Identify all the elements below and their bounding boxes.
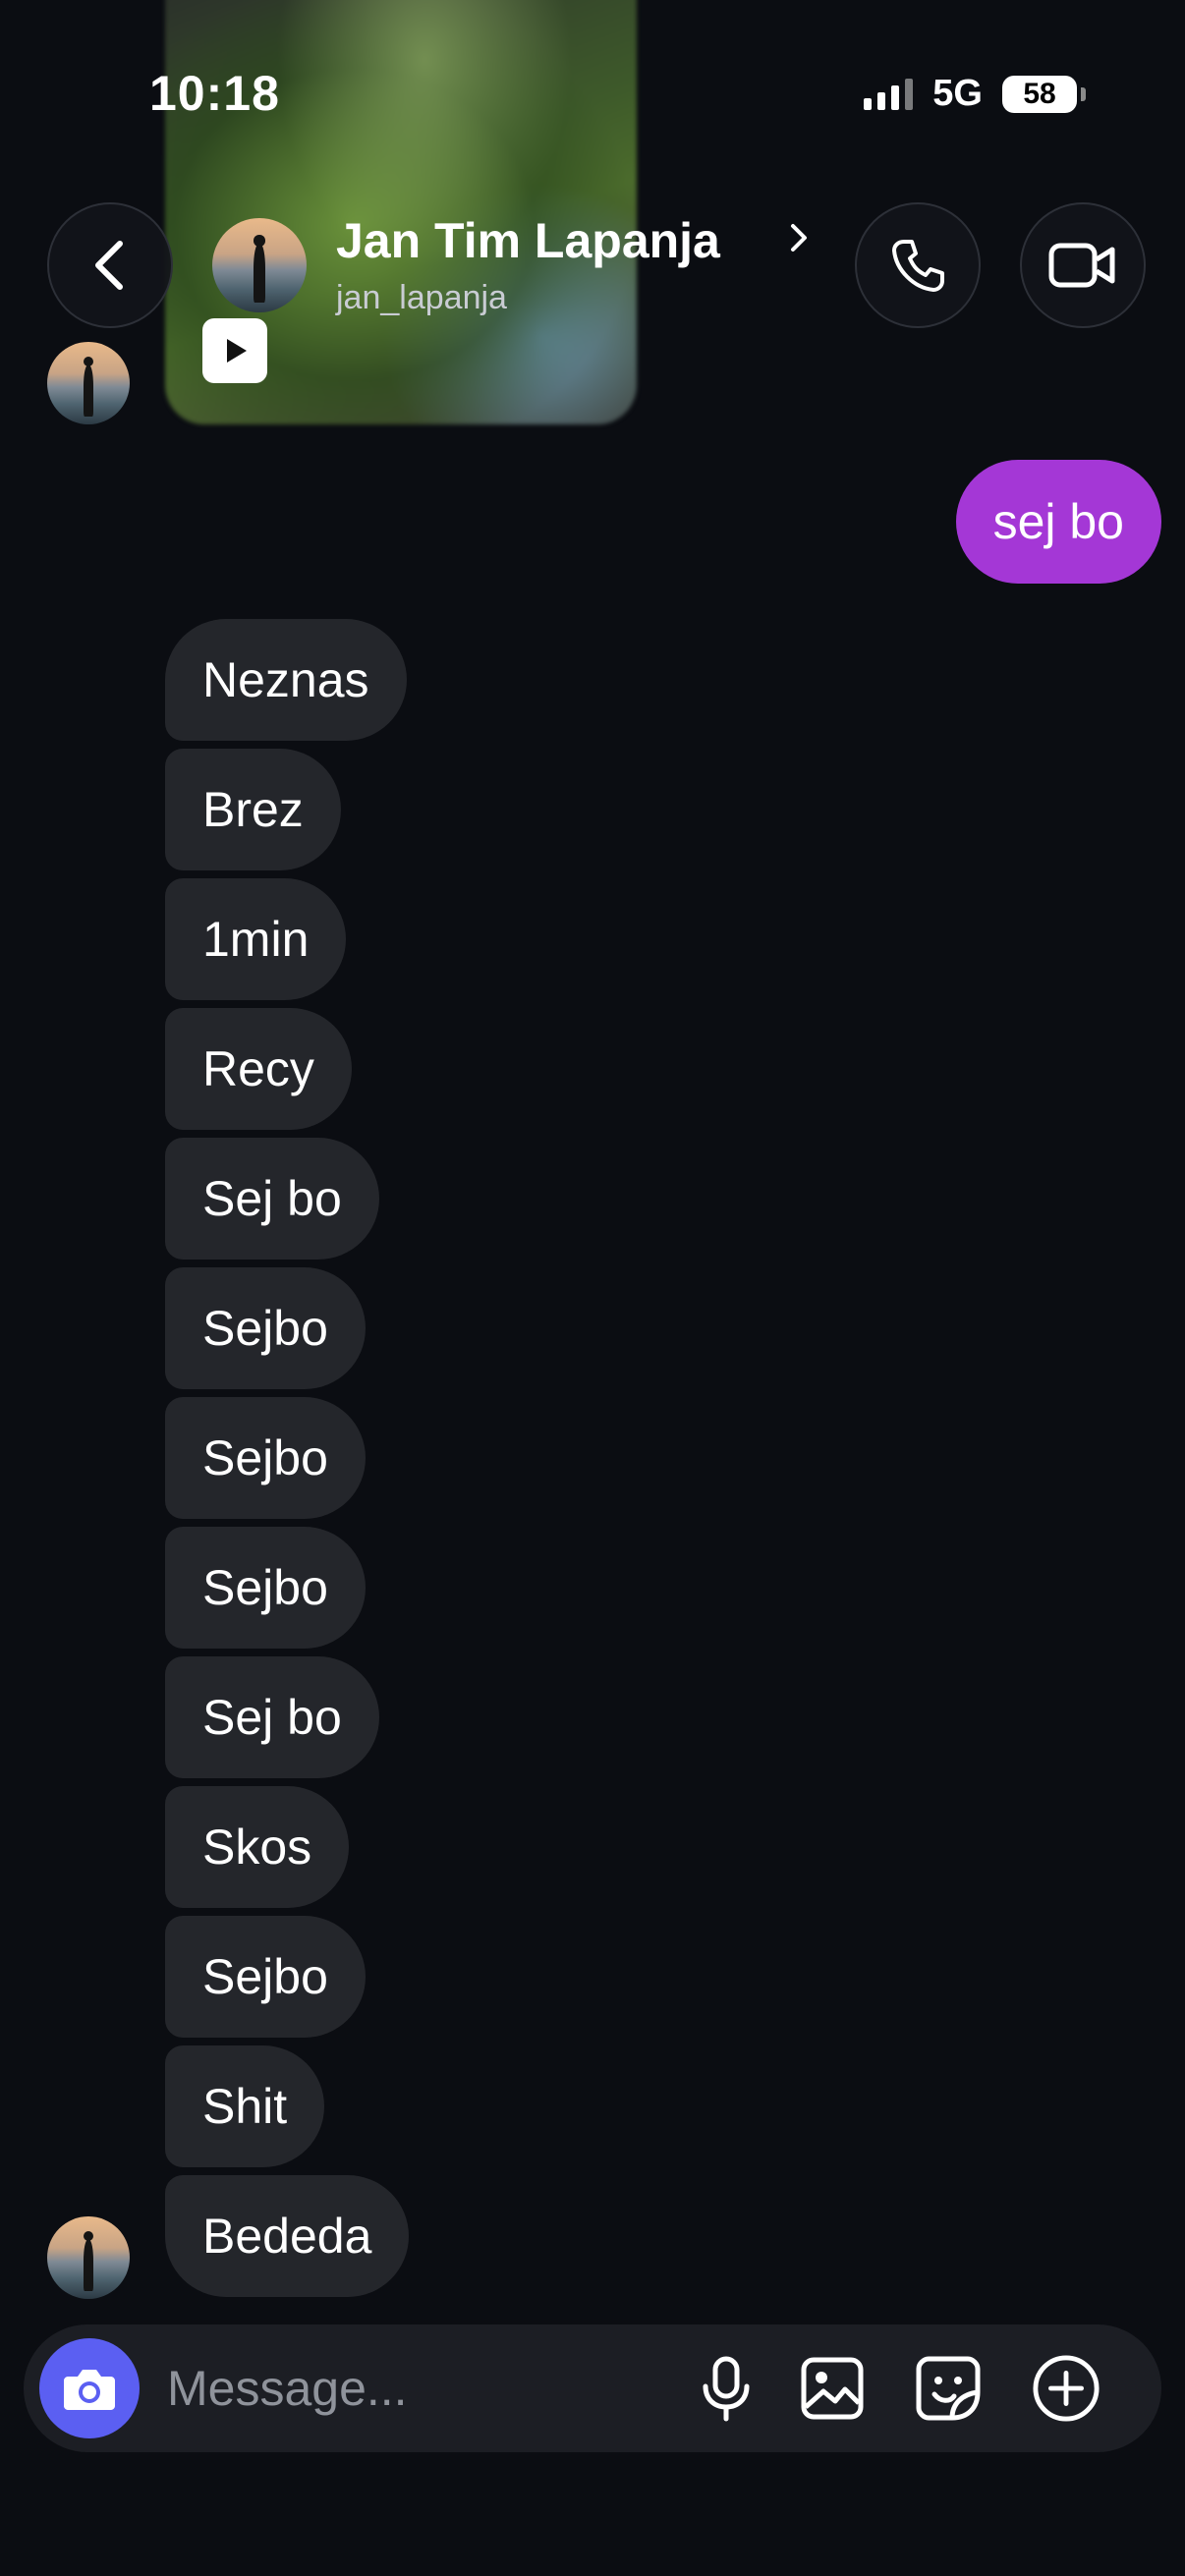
audio-call-button[interactable]: [855, 202, 981, 328]
chevron-left-icon: [95, 241, 123, 290]
play-icon[interactable]: [202, 318, 267, 383]
chevron-right-icon[interactable]: [786, 218, 812, 262]
outgoing-message[interactable]: sej bo: [955, 460, 1161, 584]
sticker-icon[interactable]: [914, 2354, 983, 2423]
incoming-message[interactable]: 1min: [165, 878, 347, 1000]
camera-button[interactable]: [39, 2338, 140, 2438]
incoming-message[interactable]: Brez: [165, 749, 341, 870]
incoming-message[interactable]: Shit: [165, 2045, 325, 2167]
message-composer: [24, 2324, 1161, 2452]
incoming-message[interactable]: Neznas: [165, 619, 407, 741]
microphone-icon[interactable]: [692, 2354, 761, 2423]
contact-avatar-small[interactable]: [47, 2216, 130, 2299]
incoming-message[interactable]: Skos: [165, 1786, 350, 1908]
network-label: 5G: [932, 73, 983, 114]
battery-level: 58: [1023, 77, 1056, 110]
back-button[interactable]: [47, 202, 173, 328]
signal-icon: [864, 78, 914, 110]
incoming-message[interactable]: Sej bo: [165, 1656, 379, 1778]
status-time: 10:18: [149, 66, 280, 121]
plus-circle-icon[interactable]: [1032, 2354, 1100, 2423]
contact-avatar[interactable]: [212, 218, 307, 312]
camera-icon: [64, 2370, 115, 2410]
incoming-message[interactable]: Sejbo: [165, 1397, 366, 1519]
contact-avatar-small[interactable]: [47, 342, 130, 424]
incoming-message[interactable]: Sejbo: [165, 1527, 366, 1649]
incoming-message[interactable]: Sej bo: [165, 1138, 379, 1260]
contact-handle: jan_lapanja: [336, 279, 507, 316]
video-call-button[interactable]: [1020, 202, 1146, 328]
incoming-message[interactable]: Sejbo: [165, 1267, 366, 1389]
gallery-icon[interactable]: [798, 2354, 867, 2423]
video-camera-icon: [1048, 243, 1115, 288]
incoming-message[interactable]: Recy: [165, 1008, 352, 1130]
phone-icon: [892, 240, 944, 292]
incoming-message[interactable]: Sejbo: [165, 1916, 366, 2038]
contact-name[interactable]: Jan Tim Lapanja: [336, 212, 720, 269]
message-input[interactable]: [167, 2354, 658, 2423]
incoming-message[interactable]: Bededa: [165, 2175, 410, 2297]
battery-icon: 58: [1002, 75, 1086, 113]
status-indicators: 5G 58: [864, 73, 1086, 115]
